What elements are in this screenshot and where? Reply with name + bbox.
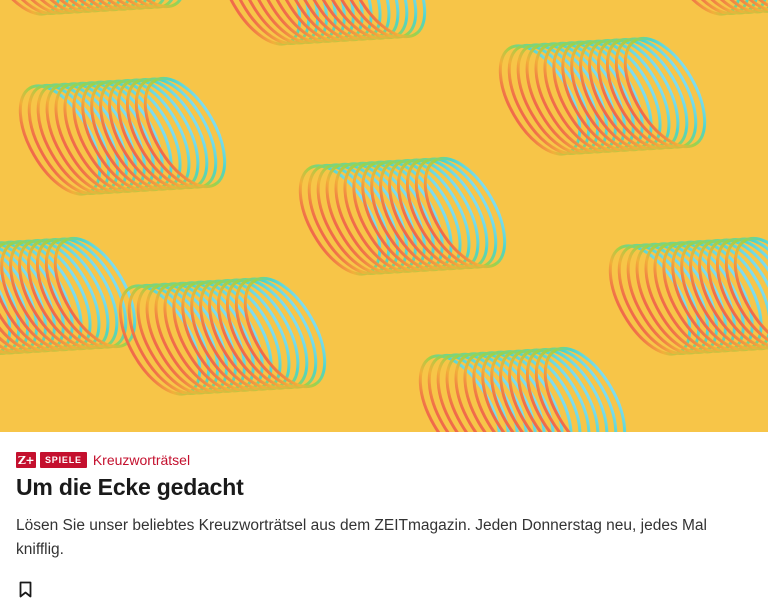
article-teaser: Lösen Sie unser beliebtes Kreuzworträtse… (16, 517, 707, 558)
article-teaser-card[interactable]: Z+ SPIELE Kreuzworträtsel Um die Ecke ge… (0, 0, 768, 606)
article-kicker[interactable]: Kreuzworträtsel (93, 452, 190, 468)
bookmark-button[interactable] (15, 578, 35, 600)
bookmark-icon (19, 581, 31, 597)
article-title[interactable]: Um die Ecke gedacht (16, 474, 244, 501)
slinky-illustration (0, 0, 768, 432)
section-badge: SPIELE (40, 452, 87, 468)
zplus-badge: Z+ (16, 452, 36, 468)
article-meta: Z+ SPIELE Kreuzworträtsel (16, 451, 190, 469)
hero-image[interactable] (0, 0, 768, 432)
